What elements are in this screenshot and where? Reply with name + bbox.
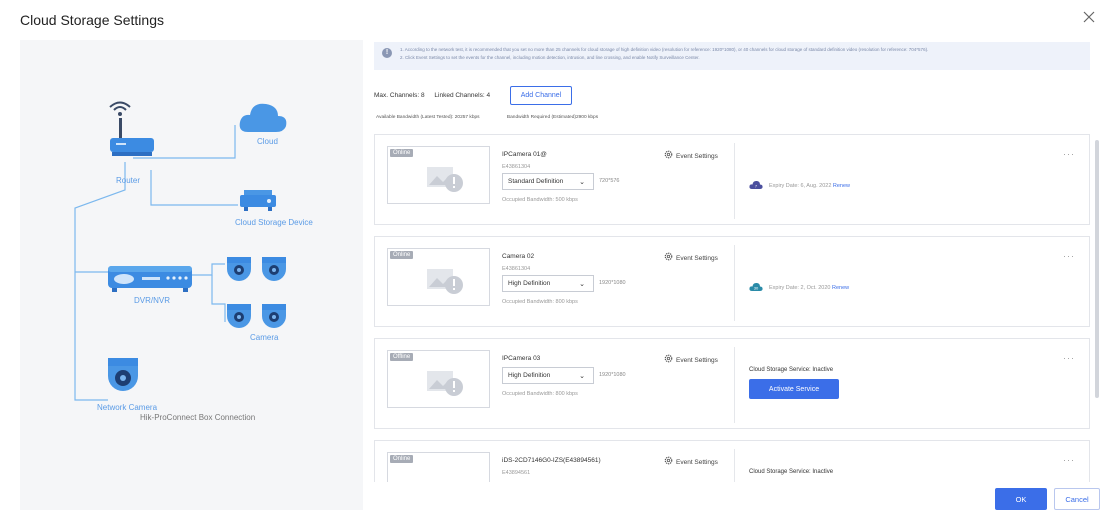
occupied-bandwidth: Occupied Bandwidth: 800 kbps xyxy=(502,299,578,305)
occupied-bandwidth: Occupied Bandwidth: 800 kbps xyxy=(502,391,578,397)
cloud-label: Cloud xyxy=(257,137,278,146)
network-camera-icon xyxy=(105,356,141,401)
add-channel-button[interactable]: Add Channel xyxy=(510,86,572,105)
image-placeholder-icon xyxy=(427,269,463,294)
camera-name: iDS-2CD7146G0-IZS(E43894561) xyxy=(502,457,601,464)
channel-list[interactable]: Online IPCamera 01@ E43861304 Standard D… xyxy=(374,132,1102,482)
camera-thumbnail: Offline xyxy=(387,350,490,408)
required-bandwidth: Bandwidth Required (Estimated)2900 kbps xyxy=(506,115,599,120)
svg-text:30: 30 xyxy=(754,286,759,291)
cloud-icon xyxy=(238,98,288,139)
resolution: 1920*1080 xyxy=(599,280,626,286)
router-label: Router xyxy=(116,176,141,185)
cancel-button[interactable]: Cancel xyxy=(1054,488,1100,510)
gear-icon xyxy=(664,252,673,261)
chevron-down-icon: ⌄ xyxy=(579,179,585,186)
dvr-nvr-label: DVR/NVR xyxy=(134,296,171,305)
camera-name: Camera 02 xyxy=(502,253,535,260)
resolution: 1920*1080 xyxy=(599,372,626,378)
chevron-down-icon: ⌄ xyxy=(579,281,585,288)
cloud-badge-icon: 7 xyxy=(749,180,763,189)
info-icon: ! xyxy=(382,48,392,58)
definition-select[interactable]: High Definition ⌄ xyxy=(502,367,594,384)
gear-icon xyxy=(664,354,673,363)
router-icon xyxy=(108,118,158,167)
hik-connection-label: Hik-ProConnect Box Connection xyxy=(140,413,256,422)
dome-camera-icon xyxy=(225,255,253,288)
list-scrollbar[interactable] xyxy=(1095,140,1099,398)
dvr-nvr-icon xyxy=(108,262,194,299)
card-divider xyxy=(734,245,735,321)
channel-card: Online iDS-2CD7146G0-IZS(E43894561) E438… xyxy=(374,440,1090,482)
network-camera-label: Network Camera xyxy=(97,403,158,412)
channel-counts: Max. Channels: 8 Linked Channels: 4 xyxy=(374,92,498,99)
more-options-icon[interactable]: ··· xyxy=(1063,455,1075,465)
activate-service-button[interactable]: Activate Service xyxy=(749,379,839,399)
definition-select[interactable]: Standard Definition ⌄ xyxy=(502,173,594,190)
linked-channels: Linked Channels: 4 xyxy=(434,92,491,99)
card-divider xyxy=(734,347,735,423)
network-diagram: Router Cloud Cloud Storage Device DVR/NV… xyxy=(20,40,363,510)
camera-name: IPCamera 01@ xyxy=(502,151,547,158)
chevron-down-icon: ⌄ xyxy=(579,373,585,380)
card-divider xyxy=(734,449,735,482)
event-settings-button[interactable]: Event Settings xyxy=(664,456,718,466)
gear-icon xyxy=(664,150,673,159)
camera-name: IPCamera 03 xyxy=(502,355,541,362)
dialog-title: Cloud Storage Settings xyxy=(20,12,164,28)
gear-icon xyxy=(664,456,673,465)
event-settings-button[interactable]: Event Settings xyxy=(664,252,718,262)
event-settings-button[interactable]: Event Settings xyxy=(664,150,718,160)
notice-line-2: 2. Click Event Settings to set the event… xyxy=(400,55,700,60)
dome-camera-icon xyxy=(225,302,253,335)
card-divider xyxy=(734,143,735,219)
camera-thumbnail: Online xyxy=(387,452,490,482)
status-badge: Offline xyxy=(390,353,414,361)
more-options-icon[interactable]: ··· xyxy=(1063,149,1075,159)
available-bandwidth: Available Bandwidth (Latest Tested): 202… xyxy=(376,115,480,120)
status-badge: Online xyxy=(390,455,414,463)
camera-thumbnail: Online xyxy=(387,248,490,306)
renew-link[interactable]: Renew xyxy=(833,183,850,189)
max-channels: Max. Channels: 8 xyxy=(374,92,425,99)
status-badge: Online xyxy=(390,251,414,259)
notice-line-1: 1. According to the network test, it is … xyxy=(400,47,929,52)
service-status: Cloud Storage Service: Inactive xyxy=(749,367,834,373)
channel-card: Online Camera 02 E43861304 High Definiti… xyxy=(374,236,1090,327)
more-options-icon[interactable]: ··· xyxy=(1063,353,1075,363)
event-settings-button[interactable]: Event Settings xyxy=(664,354,718,364)
bandwidth-info: Available Bandwidth (Latest Tested): 202… xyxy=(376,115,624,120)
cloud-storage-device-icon xyxy=(238,190,278,217)
ok-button[interactable]: OK xyxy=(995,488,1047,510)
channel-card: Online IPCamera 01@ E43861304 Standard D… xyxy=(374,134,1090,225)
service-status: Cloud Storage Service: Inactive xyxy=(749,469,834,475)
expiry-info: 30 Expiry Date: 2, Oct. 2020 Renew xyxy=(749,282,849,291)
resolution: 720*576 xyxy=(599,178,620,184)
camera-label: Camera xyxy=(250,333,279,342)
expiry-info: 7 Expiry Date: 6, Aug. 2022 Renew xyxy=(749,180,850,189)
cloud-storage-device-label: Cloud Storage Device xyxy=(235,218,313,227)
camera-serial: E43861304 xyxy=(502,266,531,272)
dome-camera-icon xyxy=(260,255,288,288)
recommendation-notice: ! 1. According to the network test, it i… xyxy=(374,42,1090,70)
close-icon[interactable] xyxy=(1082,10,1096,24)
cloud-storage-dialog: Cloud Storage Settings Router Cloud Clou… xyxy=(0,0,1108,520)
image-placeholder-icon xyxy=(427,371,463,396)
image-placeholder-icon xyxy=(427,167,463,192)
more-options-icon[interactable]: ··· xyxy=(1063,251,1075,261)
renew-link[interactable]: Renew xyxy=(832,285,849,291)
definition-select[interactable]: High Definition ⌄ xyxy=(502,275,594,292)
channel-card: Offline IPCamera 03 High Definition ⌄ 192… xyxy=(374,338,1090,429)
camera-serial: E43894561 xyxy=(502,470,531,476)
cloud-badge-icon: 30 xyxy=(749,282,763,291)
camera-thumbnail: Online xyxy=(387,146,490,204)
status-badge: Online xyxy=(390,149,414,157)
dome-camera-icon xyxy=(260,302,288,335)
camera-serial: E43861304 xyxy=(502,164,531,170)
occupied-bandwidth: Occupied Bandwidth: 500 kbps xyxy=(502,197,578,203)
